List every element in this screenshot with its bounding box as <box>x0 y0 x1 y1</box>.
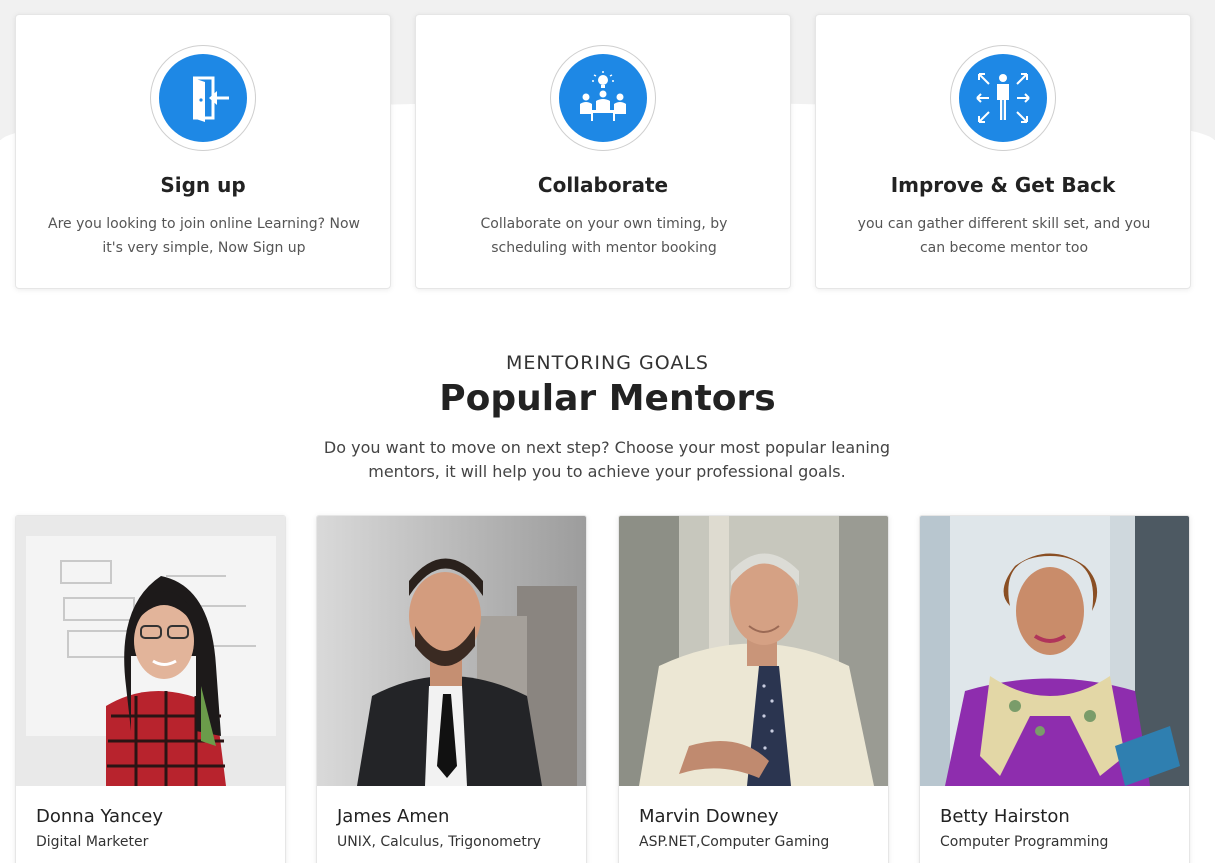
mentor-skill: UNIX, Calculus, Trigonometry <box>337 834 541 850</box>
mentor-name[interactable]: Marvin Downey <box>639 806 778 827</box>
step-title: Collaborate <box>537 173 669 197</box>
mentor-skill: Digital Marketer <box>36 834 149 850</box>
how-it-works-steps: Sign up Are you looking to join online L… <box>15 14 1191 289</box>
mentor-card[interactable]: Marvin Downey ASP.NET,Computer Gaming <box>618 515 889 863</box>
mentor-photo[interactable] <box>920 516 1189 786</box>
step-icon-ring <box>950 45 1056 151</box>
mentor-skill: ASP.NET,Computer Gaming <box>639 834 830 850</box>
mentor-card[interactable]: James Amen UNIX, Calculus, Trigonometry <box>316 515 587 863</box>
mentor-photo[interactable] <box>317 516 586 786</box>
person-growth-icon <box>959 54 1047 142</box>
step-icon-ring <box>150 45 256 151</box>
step-card-collaborate[interactable]: Collaborate Collaborate on your own timi… <box>415 14 791 289</box>
step-icon-ring <box>550 45 656 151</box>
section-title: Popular Mentors <box>439 378 776 419</box>
section-description: Do you want to move on next step? Choose… <box>323 438 891 481</box>
step-card-improve[interactable]: Improve & Get Back you can gather differ… <box>815 14 1191 289</box>
step-description: Are you looking to join online Learning?… <box>48 216 360 256</box>
mentor-name[interactable]: Donna Yancey <box>36 806 163 827</box>
team-idea-icon <box>559 54 647 142</box>
step-title: Improve & Get Back <box>890 173 1116 197</box>
mentor-photo[interactable] <box>16 516 285 786</box>
door-enter-icon <box>159 54 247 142</box>
step-description: you can gather different skill set, and … <box>857 216 1151 256</box>
mentor-card[interactable]: Donna Yancey Digital Marketer <box>15 515 286 863</box>
mentor-card[interactable]: Betty Hairston Computer Programming <box>919 515 1190 863</box>
mentor-photo[interactable] <box>619 516 888 786</box>
mentor-name[interactable]: Betty Hairston <box>940 806 1070 827</box>
mentor-name[interactable]: James Amen <box>337 806 449 827</box>
section-kicker: MENTORING GOALS <box>506 352 709 374</box>
mentor-list: Donna Yancey Digital Marketer James Amen… <box>15 515 1191 863</box>
mentor-skill: Computer Programming <box>940 834 1109 850</box>
step-description: Collaborate on your own timing, by sched… <box>480 216 728 256</box>
step-title: Sign up <box>160 173 246 197</box>
step-card-sign-up[interactable]: Sign up Are you looking to join online L… <box>15 14 391 289</box>
